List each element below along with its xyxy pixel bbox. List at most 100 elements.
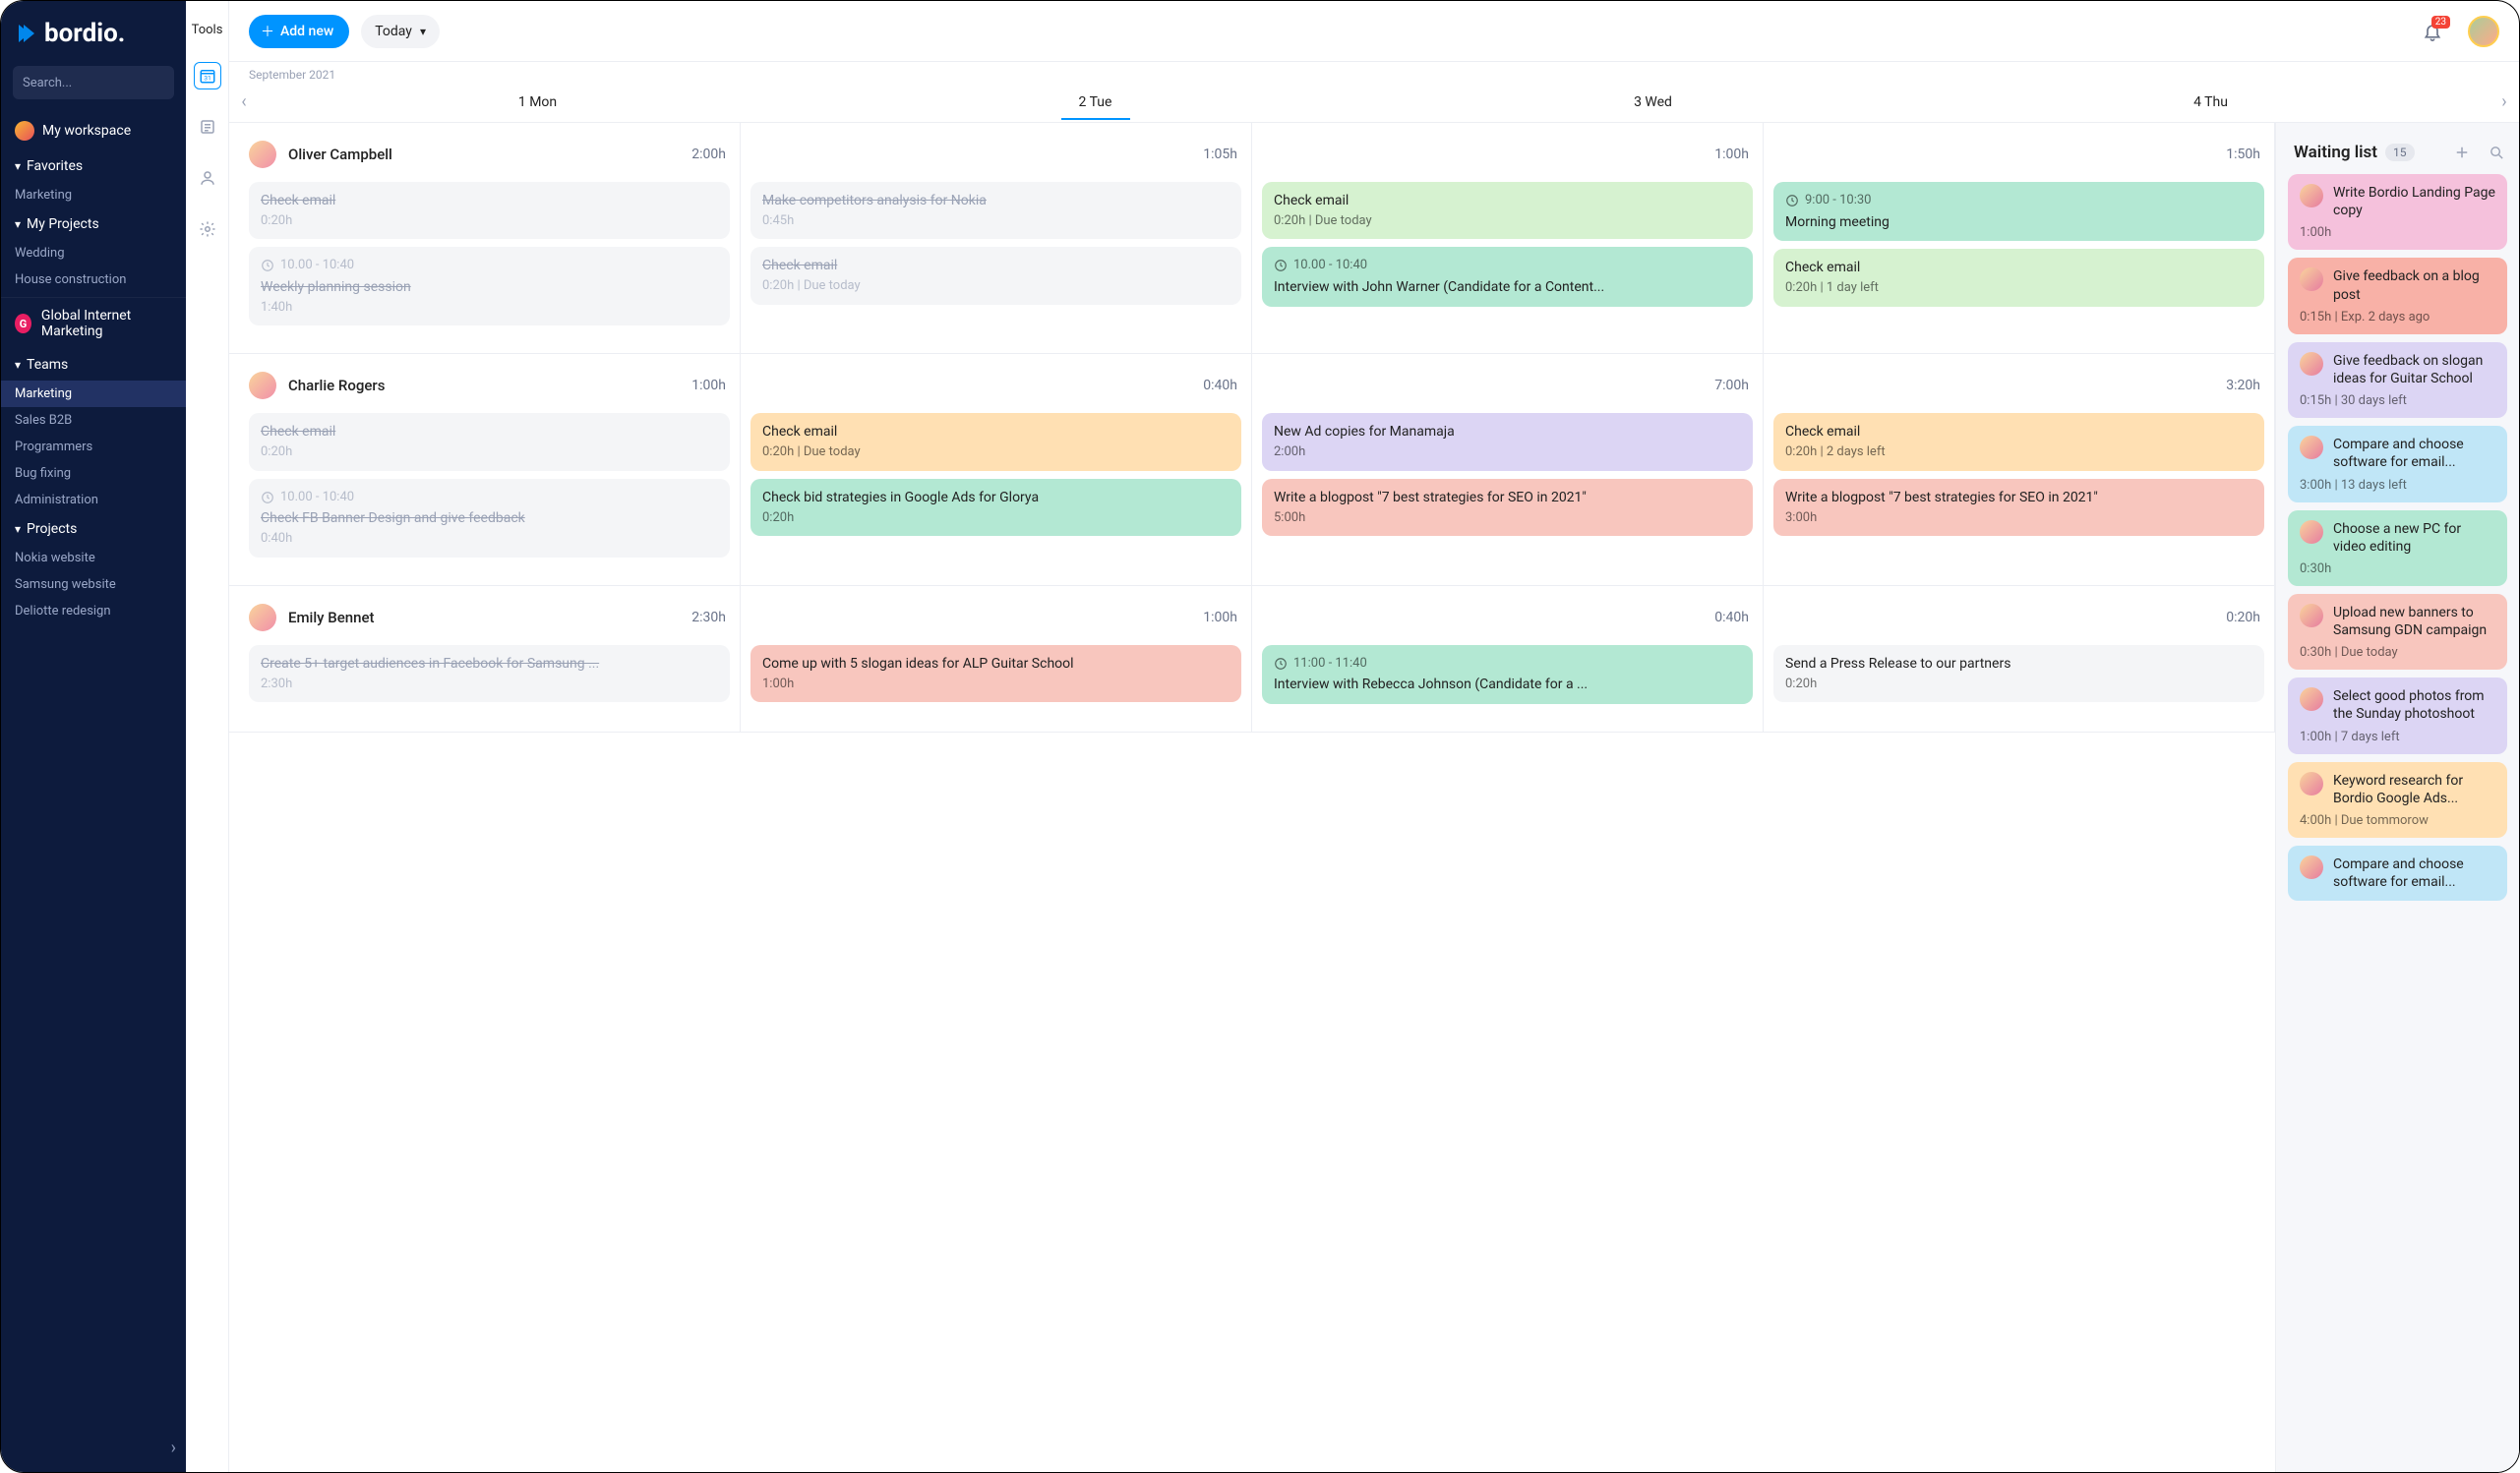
day-header[interactable]: 1 Mon [259,94,816,110]
notes-icon[interactable] [194,113,221,141]
waiting-title-text: Choose a new PC for video editing [2333,520,2495,556]
calendar-cell[interactable]: Come up with 5 slogan ideas for ALP Guit… [741,645,1252,732]
task-card[interactable]: 11:00 - 11:40Interview with Rebecca John… [1262,645,1753,704]
card-title: Send a Press Release to our partners [1785,655,2252,674]
day-hours: 3:20h [2226,378,2260,393]
day-hours: 0:40h [1203,378,1237,393]
plus-icon: ＋ [261,22,274,41]
task-card[interactable]: Make competitors analysis for Nokia0:45h [750,182,1241,239]
calendar-cell[interactable]: 11:00 - 11:40Interview with Rebecca John… [1252,645,1764,732]
workspace-label: My workspace [42,123,131,139]
card-meta: 0:20h | Due today [762,443,1230,461]
waiting-item[interactable]: Write Bordio Landing Page copy1:00h [2288,174,2507,250]
sidebar-item[interactable]: Deliotte redesign [1,598,186,624]
task-card[interactable]: 10.00 - 10:40Interview with John Warner … [1262,247,1753,306]
person-avatar [249,141,276,168]
favorites-header[interactable]: ▾ Favorites [1,150,186,182]
calendar-cell[interactable]: Send a Press Release to our partners0:20… [1764,645,2275,732]
waiting-item[interactable]: Select good photos from the Sunday photo… [2288,678,2507,753]
calendar-cell[interactable]: Check email0:20h 10.00 - 10:40Check FB Ba… [229,413,741,584]
task-card[interactable]: Check email0:20h | 2 days left [1773,413,2264,470]
sidebar-item[interactable]: House construction [1,266,186,293]
myprojects-header[interactable]: ▾ My Projects [1,208,186,240]
sidebar-item[interactable]: Programmers [1,434,186,460]
search-input[interactable] [23,76,186,90]
calendar-cell[interactable]: New Ad copies for Manamaja2:00h Write a b… [1252,413,1764,584]
task-card[interactable]: Write a blogpost "7 best strategies for … [1262,479,1753,536]
calendar-cell[interactable]: Make competitors analysis for Nokia0:45h… [741,182,1252,353]
task-card[interactable]: 10.00 - 10:40Weekly planning session1:40… [249,247,730,325]
waiting-item[interactable]: Upload new banners to Samsung GDN campai… [2288,594,2507,670]
task-card[interactable]: Check email0:20h | Due today [1262,182,1753,239]
day-header[interactable]: 2 Tue [816,94,1374,110]
calendar-cell[interactable]: Check email0:20h | Due today Check bid st… [741,413,1252,584]
task-card[interactable]: New Ad copies for Manamaja2:00h [1262,413,1753,470]
card-meta: 0:45h [762,212,1230,230]
month-label: September 2021 [229,62,2519,82]
waiting-item[interactable]: Keyword research for Bordio Google Ads..… [2288,762,2507,838]
sidebar-item[interactable]: Sales B2B [1,407,186,434]
task-card[interactable]: Check email0:20h | Due today [750,247,1241,304]
sidebar-item[interactable]: Nokia website [1,545,186,571]
task-card[interactable]: Send a Press Release to our partners0:20… [1773,645,2264,702]
sidebar-collapse-icon[interactable]: › [171,1438,176,1458]
org-row[interactable]: G Global Internet Marketing [1,297,186,349]
card-title: Check email [261,423,718,442]
card-meta: 0:20h [261,443,718,461]
task-card[interactable]: 10.00 - 10:40Check FB Banner Design and … [249,479,730,558]
calendar-cell[interactable]: Create 5+ target audiences in Facebook f… [229,645,741,732]
teams-header[interactable]: ▾ Teams [1,349,186,381]
card-meta: 3:00h [1785,509,2252,527]
day-header[interactable]: 4 Thu [1932,94,2490,110]
task-card[interactable]: Check email0:20h | Due today [750,413,1241,470]
workspace-row[interactable]: My workspace [1,113,186,150]
logo[interactable]: bordio. [1,1,186,66]
waiting-item[interactable]: Choose a new PC for video editing0:30h [2288,510,2507,586]
sidebar-item[interactable]: Administration [1,487,186,513]
sidebar-item[interactable]: Bug fixing [1,460,186,487]
notifications-button[interactable]: 23 [2423,22,2442,41]
card-title: Morning meeting [1785,213,2252,232]
waiting-item[interactable]: Compare and choose software for email... [2288,846,2507,901]
today-button[interactable]: Today ▾ [361,15,440,48]
waiting-item[interactable]: Give feedback on a blog post0:15h | Exp.… [2288,258,2507,333]
task-card[interactable]: Check email0:20h [249,182,730,239]
prev-week-button[interactable]: ‹ [229,91,259,112]
calendar-cell[interactable]: 9:00 - 10:30Morning meeting Check email0:… [1764,182,2275,353]
search-input-wrap[interactable] [13,66,174,99]
card-time: 10.00 - 10:40 [280,489,354,506]
task-card[interactable]: Create 5+ target audiences in Facebook f… [249,645,730,702]
waiting-item[interactable]: Compare and choose software for email...… [2288,426,2507,501]
waiting-title-text: Upload new banners to Samsung GDN campai… [2333,604,2495,639]
person-avatar [249,604,276,631]
search-waiting-icon[interactable] [2489,145,2505,161]
clock-icon [1785,194,1799,207]
sidebar-item[interactable]: Samsung website [1,571,186,598]
next-week-button[interactable]: › [2490,91,2519,112]
calendar-icon[interactable]: 31 [194,62,221,89]
task-card[interactable]: Check bid strategies in Google Ads for G… [750,479,1241,536]
calendar-cell[interactable]: Check email0:20h | 2 days left Write a bl… [1764,413,2275,584]
task-card[interactable]: Write a blogpost "7 best strategies for … [1773,479,2264,536]
people-icon[interactable] [194,164,221,192]
assignee-avatar [2300,520,2323,544]
calendar-cell[interactable]: Check email0:20h 10.00 - 10:40Weekly plan… [229,182,741,353]
add-new-button[interactable]: ＋ Add new [249,15,349,48]
sidebar-item[interactable]: Wedding [1,240,186,266]
gear-icon[interactable] [194,215,221,243]
card-title: Check bid strategies in Google Ads for G… [762,489,1230,507]
add-waiting-icon[interactable] [2453,144,2471,161]
task-card[interactable]: Check email0:20h [249,413,730,470]
sidebar-item[interactable]: Marketing [1,182,186,208]
task-card[interactable]: 9:00 - 10:30Morning meeting [1773,182,2264,241]
projects-header[interactable]: ▾ Projects [1,513,186,545]
calendar-cell[interactable]: Check email0:20h | Due today 10.00 - 10:4… [1252,182,1764,353]
task-card[interactable]: Come up with 5 slogan ideas for ALP Guit… [750,645,1241,702]
logo-icon [15,22,38,45]
task-card[interactable]: Check email0:20h | 1 day left [1773,249,2264,306]
waiting-item[interactable]: Give feedback on slogan ideas for Guitar… [2288,342,2507,418]
calendar-board: Oliver Campbell2:00h1:05h1:00h1:50hCheck… [229,123,2275,1472]
user-avatar[interactable] [2468,16,2499,47]
day-header[interactable]: 3 Wed [1374,94,1932,110]
sidebar-item[interactable]: Marketing [1,381,186,407]
